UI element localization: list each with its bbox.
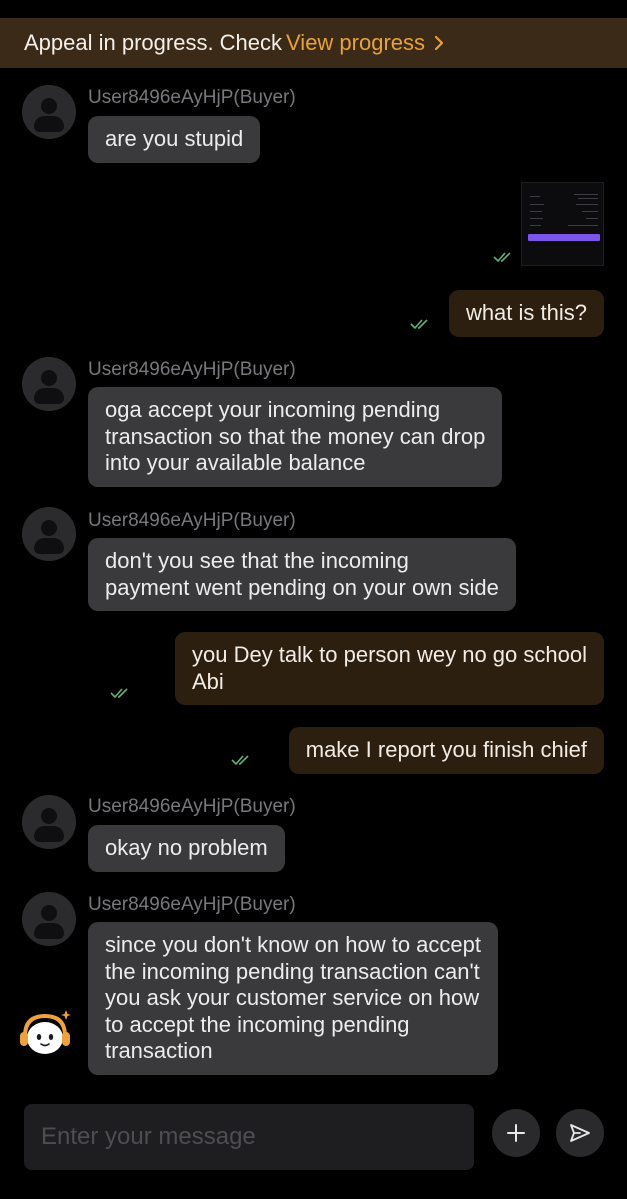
send-icon xyxy=(570,1124,590,1142)
sender-name: User8496eAyHjP(Buyer) xyxy=(88,510,296,531)
avatar[interactable] xyxy=(22,357,76,411)
avatar[interactable] xyxy=(22,892,76,946)
outgoing-message: you Dey talk to person wey no go school … xyxy=(174,632,604,705)
sender-name: User8496eAyHjP(Buyer) xyxy=(88,796,296,817)
double-check-icon xyxy=(493,252,511,263)
sender-name: User8496eAyHjP(Buyer) xyxy=(88,87,296,108)
incoming-message: don't you see that the incoming payment … xyxy=(88,538,516,611)
double-check-icon xyxy=(110,688,128,699)
plus-icon xyxy=(507,1124,525,1142)
avatar[interactable] xyxy=(22,795,76,849)
view-progress-link[interactable]: View progress xyxy=(286,30,445,56)
double-check-icon xyxy=(410,319,428,330)
outgoing-message: make I report you finish chief xyxy=(288,727,604,774)
incoming-message: okay no problem xyxy=(88,825,285,872)
sender-name: User8496eAyHjP(Buyer) xyxy=(88,359,296,380)
avatar[interactable] xyxy=(22,85,76,139)
outgoing-message: what is this? xyxy=(448,290,604,337)
support-mascot-icon[interactable] xyxy=(16,1006,74,1058)
message-input[interactable] xyxy=(24,1104,474,1170)
add-attachment-button[interactable] xyxy=(492,1109,540,1157)
avatar[interactable] xyxy=(22,507,76,561)
incoming-message: since you don't know on how to accept th… xyxy=(88,922,498,1075)
incoming-message: oga accept your incoming pending transac… xyxy=(88,387,503,487)
incoming-message: are you stupid xyxy=(88,116,261,163)
double-check-icon xyxy=(231,755,249,766)
view-progress-label: View progress xyxy=(286,30,426,55)
appeal-banner-text: Appeal in progress. Check xyxy=(24,30,283,55)
appeal-banner: Appeal in progress. Check View progress xyxy=(0,18,627,68)
image-attachment[interactable] xyxy=(521,182,604,266)
sender-name: User8496eAyHjP(Buyer) xyxy=(88,894,296,915)
send-button[interactable] xyxy=(556,1109,604,1157)
chevron-right-icon xyxy=(434,35,444,51)
